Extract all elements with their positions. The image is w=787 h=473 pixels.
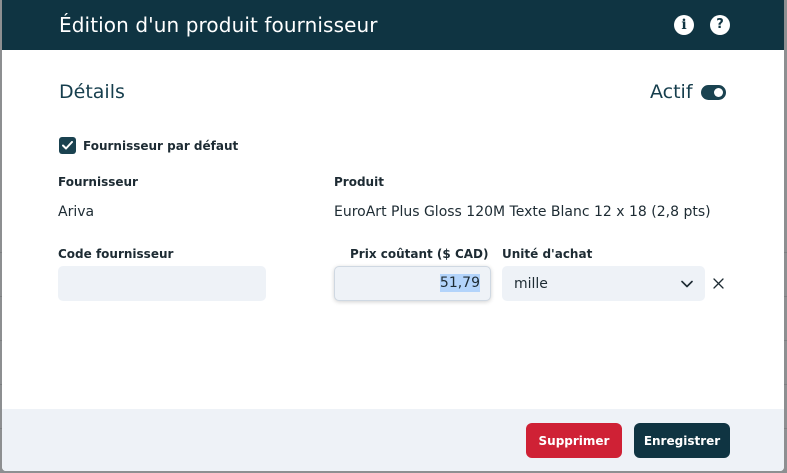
save-button[interactable]: Enregistrer [634, 423, 730, 458]
delete-button[interactable]: Supprimer [526, 423, 622, 458]
section-title: Détails [59, 81, 125, 103]
supplier-code-label: Code fournisseur [58, 247, 174, 261]
product-label: Produit [334, 175, 384, 189]
supplier-value: Ariva [58, 204, 95, 220]
cost-price-input[interactable]: 51,79 [334, 266, 491, 301]
purchase-unit-label: Unité d'achat [502, 247, 593, 261]
purchase-unit-select[interactable]: mille [502, 266, 705, 301]
dialog-header: Édition d'un produit fournisseur i ? [2, 0, 784, 50]
default-supplier-label: Fournisseur par défaut [83, 138, 239, 153]
default-supplier-checkbox[interactable] [59, 137, 76, 154]
purchase-unit-value: mille [514, 275, 548, 292]
supplier-label: Fournisseur [58, 175, 138, 189]
clear-unit-icon[interactable] [713, 278, 724, 289]
cost-price-label: Prix coûtant ($ CAD) [350, 247, 489, 261]
info-icon[interactable]: i [674, 15, 694, 35]
chevron-down-icon [681, 280, 693, 287]
edit-supplier-product-dialog: Édition d'un produit fournisseur i ? Dét… [2, 0, 784, 471]
active-label: Actif [650, 81, 693, 103]
help-icon[interactable]: ? [710, 15, 730, 35]
toggle-knob [713, 87, 723, 97]
supplier-code-input[interactable] [58, 266, 266, 301]
dialog-title: Édition d'un produit fournisseur [59, 13, 378, 37]
product-value: EuroArt Plus Gloss 120M Texte Blanc 12 x… [334, 204, 711, 220]
default-supplier-row: Fournisseur par défaut [59, 137, 238, 154]
checkmark-icon [62, 141, 73, 150]
active-toggle[interactable] [700, 84, 726, 100]
cost-price-value: 51,79 [439, 274, 480, 292]
active-toggle-group: Actif [650, 81, 726, 103]
dialog-footer: Supprimer Enregistrer [2, 409, 784, 471]
